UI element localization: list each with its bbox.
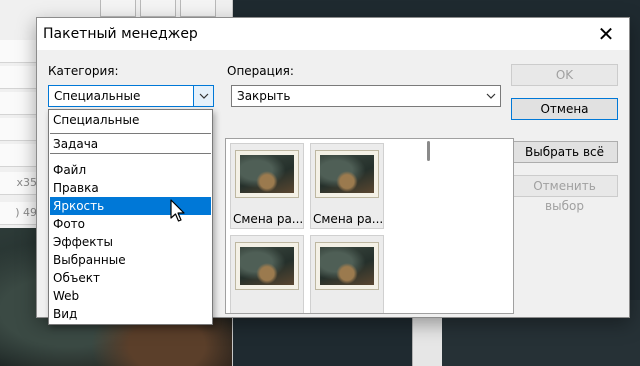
dialog-title: Пакетный менеджер [43,26,198,42]
dropdown-item-view[interactable]: Вид [50,305,211,323]
operations-icon-panel[interactable]: Смена ра... Смена ра... [225,138,514,314]
dialog-titlebar[interactable]: Пакетный менеджер ✕ [37,18,629,50]
dropdown-item-edit[interactable]: Правка [50,179,211,197]
icon-panel-scrollbar-thumb[interactable] [427,141,430,161]
operation-thumbnail[interactable] [310,235,384,313]
category-dropdown-list[interactable]: Специальные Задача Файл Правка Яркость Ф… [48,109,213,325]
dropdown-item-web[interactable]: Web [50,287,211,305]
dropdown-item-special[interactable]: Специальные [50,111,211,129]
dropdown-item-effects[interactable]: Эффекты [50,233,211,251]
mouse-pointer-icon [170,199,185,222]
operation-combobox-value: Закрыть [237,89,291,103]
thumbnail-image [235,242,299,290]
background-minimize-button[interactable] [100,0,136,17]
thumbnail-image [235,150,299,198]
select-all-button[interactable]: Выбрать всё [511,141,618,163]
thumbnail-label: Смена ра... [313,212,383,226]
operation-thumbnail[interactable]: Смена ра... [230,143,304,229]
operation-combobox[interactable]: Закрыть [231,85,501,107]
background-close-button[interactable] [180,0,216,17]
dropdown-item-selected[interactable]: Выбранные [50,251,211,269]
chevron-down-icon[interactable] [481,86,500,106]
dropdown-item-task[interactable]: Задача [50,135,211,153]
dropdown-item-object[interactable]: Объект [50,269,211,287]
chevron-down-icon[interactable] [193,86,213,106]
thumbnail-image [315,242,379,290]
category-label: Категория: [48,64,119,78]
operation-thumbnail[interactable] [230,235,304,313]
operation-thumbnail[interactable]: Смена ра... [310,143,384,229]
background-maximize-button[interactable] [140,0,176,17]
dropdown-item-file[interactable]: Файл [50,161,211,179]
category-combobox-value: Специальные [54,89,141,103]
close-icon[interactable]: ✕ [583,18,629,50]
thumbnail-label: Смена ра... [233,212,303,226]
deselect-all-button[interactable]: Отменить выбор [511,175,618,213]
ok-button[interactable]: OK [511,64,618,86]
cancel-button[interactable]: Отмена [511,98,618,120]
thumbnail-image [315,150,379,198]
operation-label: Операция: [227,64,294,78]
category-combobox[interactable]: Специальные [48,85,214,107]
